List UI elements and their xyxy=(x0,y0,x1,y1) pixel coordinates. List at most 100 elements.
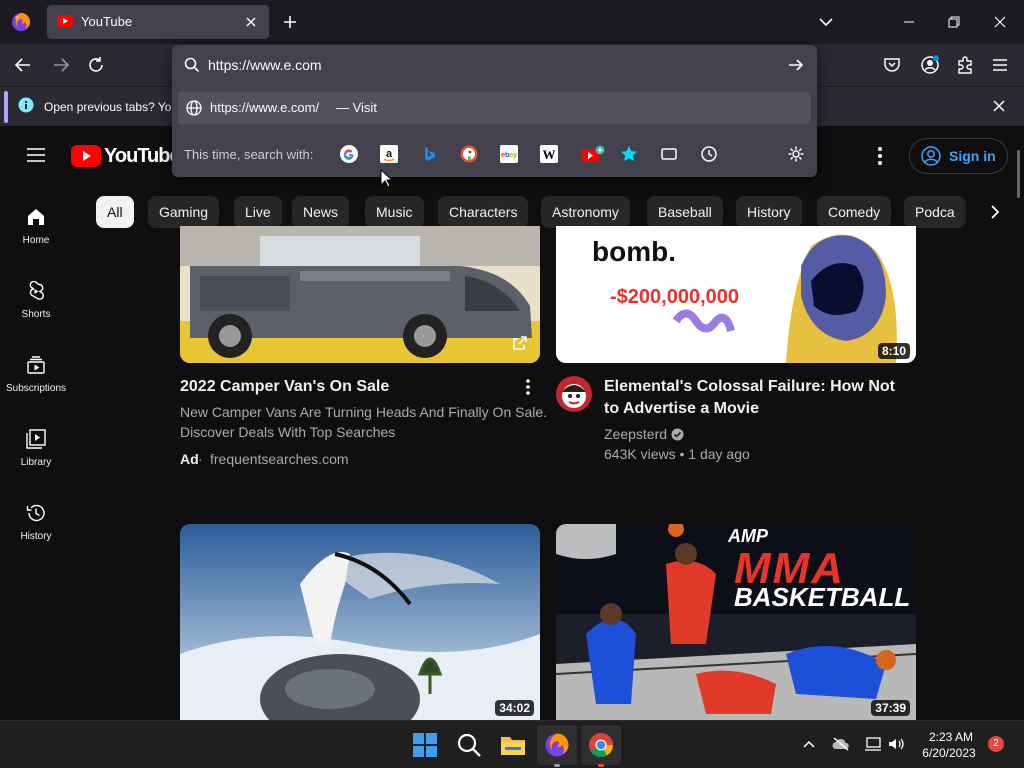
video-title[interactable]: 2022 Camper Van's On Sale xyxy=(180,376,389,398)
guide-menu-icon[interactable] xyxy=(26,147,46,163)
chip-baseball[interactable]: Baseball xyxy=(647,196,723,228)
mouse-cursor-icon xyxy=(380,169,392,188)
sign-in-button[interactable]: Sign in xyxy=(909,138,1008,174)
running-indicator xyxy=(554,764,560,767)
video-thumbnail[interactable]: AMP MMA BASKETBALL 37:39 xyxy=(556,524,916,720)
account-icon[interactable] xyxy=(920,55,940,75)
verified-check-icon xyxy=(671,428,684,441)
browser-tab-bar: YouTube xyxy=(0,0,1024,44)
thumbnail-text: BASKETBALL xyxy=(734,582,911,612)
gear-icon[interactable] xyxy=(787,145,805,163)
firefox-logo-icon[interactable] xyxy=(11,12,31,32)
clock-time[interactable]: 2:23 AM xyxy=(920,730,982,744)
thumbnail-text: bomb. xyxy=(592,236,676,267)
page-scrollbar[interactable] xyxy=(1017,150,1020,198)
hamburger-menu-icon[interactable] xyxy=(991,57,1009,73)
svg-text:a: a xyxy=(386,148,393,160)
close-notification-icon[interactable] xyxy=(992,99,1006,113)
tab-youtube[interactable]: YouTube xyxy=(47,5,269,39)
notification-accent xyxy=(4,91,8,123)
more-vert-icon[interactable] xyxy=(874,146,886,166)
chip-music[interactable]: Music xyxy=(365,196,424,228)
sidebar-item-shorts[interactable]: Shorts xyxy=(0,281,72,355)
network-icon[interactable] xyxy=(864,736,882,752)
back-arrow-icon[interactable] xyxy=(14,57,32,73)
list-all-tabs-icon[interactable] xyxy=(818,15,834,29)
youtube-logo[interactable]: YouTube xyxy=(71,145,181,167)
duckduckgo-engine-icon[interactable] xyxy=(460,145,478,163)
chrome-taskbar-icon[interactable] xyxy=(588,732,614,758)
more-vert-icon[interactable] xyxy=(522,378,534,396)
bing-engine-icon[interactable] xyxy=(420,145,438,163)
chevron-up-icon[interactable] xyxy=(803,739,815,749)
tabs-icon[interactable] xyxy=(660,145,678,163)
bookmarks-star-icon[interactable] xyxy=(620,145,638,163)
sidebar-item-library[interactable]: Library xyxy=(0,429,72,503)
history-icon xyxy=(26,503,46,523)
pocket-icon[interactable] xyxy=(883,56,901,74)
chip-podcasts[interactable]: Podca xyxy=(904,196,966,228)
firefox-taskbar-icon[interactable] xyxy=(544,732,570,758)
minimize-icon[interactable] xyxy=(901,14,917,30)
channel-name[interactable]: Zeepsterd xyxy=(604,424,667,444)
chip-astronomy[interactable]: Astronomy xyxy=(541,196,630,228)
chip-live[interactable]: Live xyxy=(234,196,282,228)
url-input[interactable] xyxy=(208,51,768,79)
url-suggestion-row[interactable]: https://www.e.com/ — Visit xyxy=(178,92,811,124)
search-with-label: This time, search with: xyxy=(184,147,314,162)
google-engine-icon[interactable] xyxy=(340,145,358,163)
notification-text: Open previous tabs? You xyxy=(44,100,179,114)
history-clock-icon[interactable] xyxy=(700,145,718,163)
sidebar-item-home[interactable]: Home xyxy=(0,207,72,281)
chip-all[interactable]: All xyxy=(96,196,134,228)
channel-avatar[interactable] xyxy=(556,376,592,412)
video-title-line2[interactable]: to Advertise a Movie xyxy=(604,398,759,420)
windows-taskbar: 2:23 AM 6/20/2023 2 xyxy=(0,720,1024,768)
chip-comedy[interactable]: Comedy xyxy=(817,196,892,228)
sidebar-label-shorts: Shorts xyxy=(21,309,51,320)
open-external-icon[interactable] xyxy=(512,335,528,351)
window-close-icon[interactable] xyxy=(992,14,1008,30)
ad-source-link[interactable]: frequentsearches.com xyxy=(210,449,349,469)
extensions-puzzle-icon[interactable] xyxy=(956,55,974,75)
notification-count-badge[interactable]: 2 xyxy=(988,736,1004,752)
chip-gaming[interactable]: Gaming xyxy=(148,196,220,228)
new-tab-icon[interactable] xyxy=(282,14,298,30)
volume-icon[interactable] xyxy=(887,736,905,752)
go-arrow-icon[interactable] xyxy=(787,57,805,73)
sidebar-label-subscriptions: Subscriptions xyxy=(5,383,67,394)
file-explorer-icon[interactable] xyxy=(500,732,526,758)
sidebar-label-home: Home xyxy=(22,235,50,246)
restore-icon[interactable] xyxy=(946,14,962,30)
sidebar-label-history: History xyxy=(20,531,52,542)
video-title[interactable]: Elemental's Colossal Failure: How Not xyxy=(604,376,895,398)
chevron-right-icon[interactable] xyxy=(990,204,1000,220)
video-thumbnail[interactable]: bomb. -$200,000,000 8:10 xyxy=(556,226,916,363)
windows-start-icon[interactable] xyxy=(412,732,438,758)
close-tab-icon[interactable] xyxy=(244,15,258,29)
youtube-favicon-icon xyxy=(57,15,73,27)
clock-date[interactable]: 6/20/2023 xyxy=(916,746,982,760)
chip-history[interactable]: History xyxy=(736,196,802,228)
search-icon[interactable] xyxy=(456,732,482,758)
wikipedia-engine-icon[interactable]: W xyxy=(540,145,558,163)
reload-icon[interactable] xyxy=(87,56,105,74)
sidebar-item-history[interactable]: History xyxy=(0,503,72,577)
sidebar-item-subscriptions[interactable]: Subscriptions xyxy=(0,355,72,429)
amazon-engine-icon[interactable]: a xyxy=(380,145,398,163)
subscriptions-icon xyxy=(26,355,46,375)
youtube-logo-text: YouTube xyxy=(104,145,181,167)
forward-arrow-icon[interactable] xyxy=(52,57,70,73)
ebay-engine-icon[interactable]: ebay xyxy=(500,145,518,163)
ad-separator: · xyxy=(198,451,203,467)
shorts-icon xyxy=(26,281,46,301)
ad-description-line2: Discover Deals With Top Searches xyxy=(180,424,396,440)
svg-text:W: W xyxy=(543,147,556,162)
chip-characters[interactable]: Characters xyxy=(438,196,529,228)
cloud-offline-icon[interactable] xyxy=(832,736,850,752)
sidebar-label-library: Library xyxy=(20,457,52,468)
chip-news[interactable]: News xyxy=(292,196,350,228)
video-thumbnail[interactable] xyxy=(180,226,540,363)
youtube-engine-icon[interactable] xyxy=(580,145,606,163)
video-thumbnail[interactable]: 34:02 xyxy=(180,524,540,720)
